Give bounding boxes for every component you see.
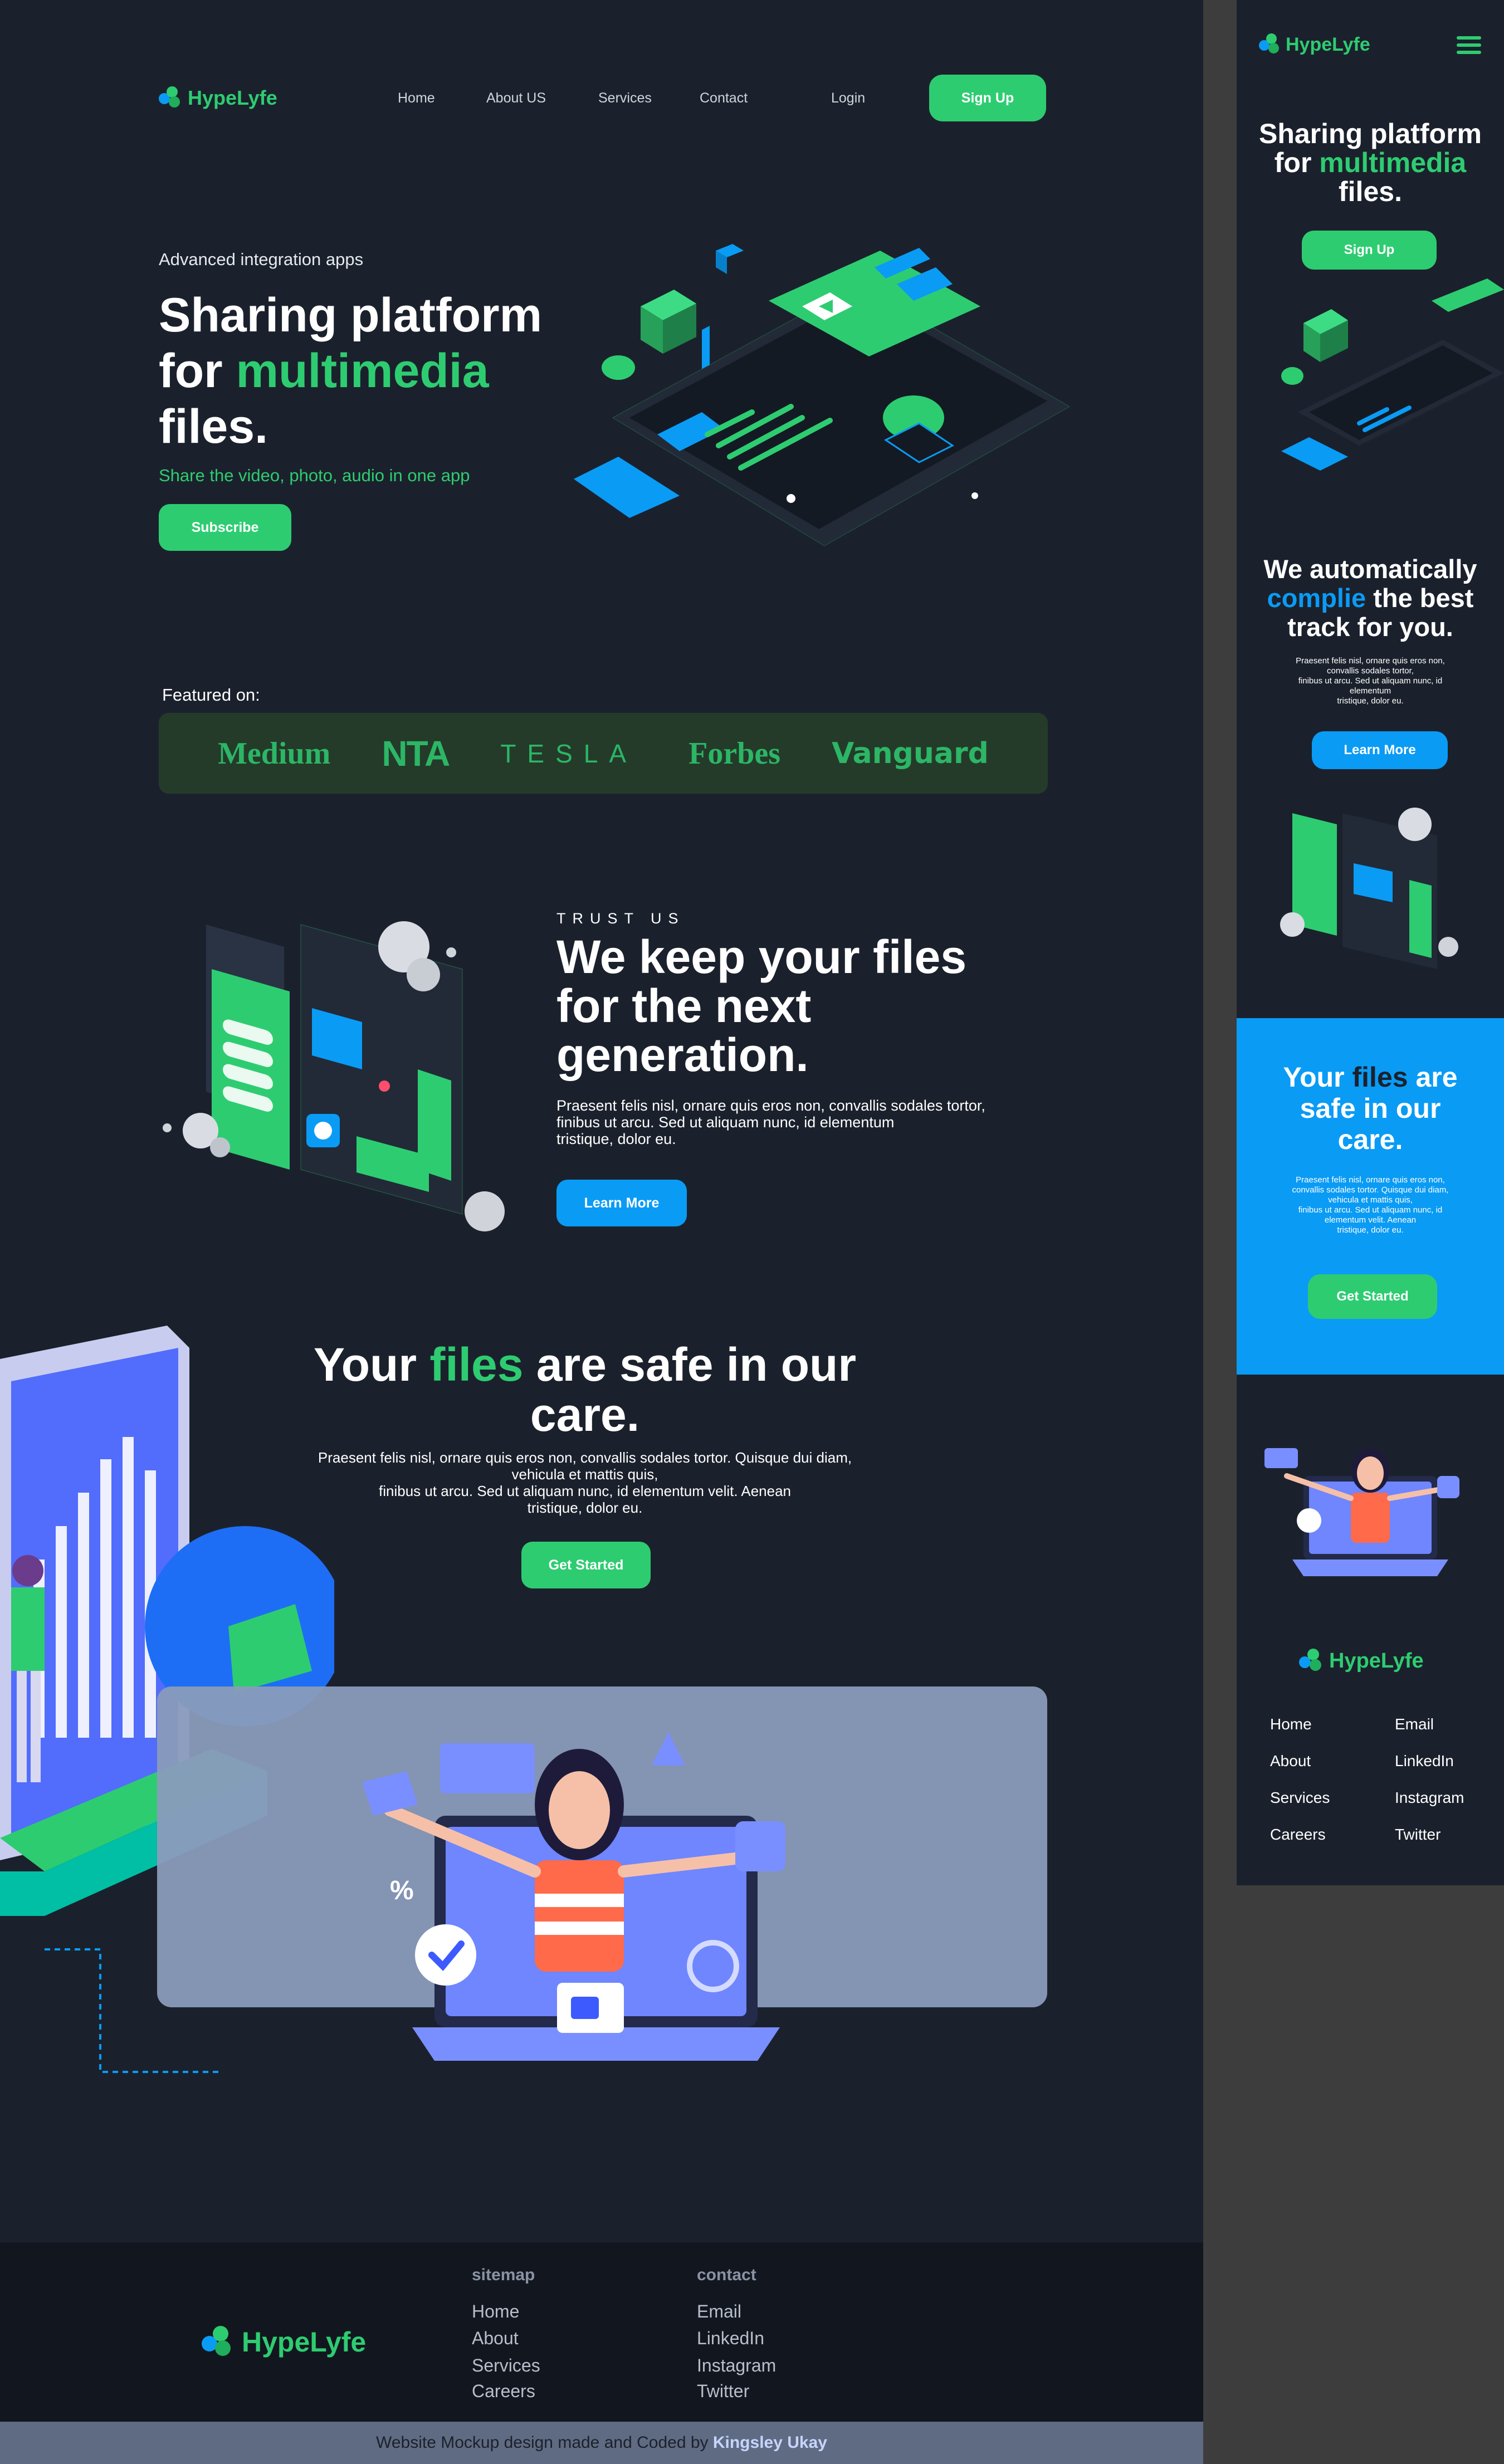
nav-home[interactable]: Home [398,90,435,106]
trust-title: We keep your files for the next generati… [556,931,967,1081]
brand-nta: NTA [382,733,450,774]
logo-mark-icon [1259,33,1286,56]
mobile-learn-more-button[interactable]: Learn More [1312,731,1448,769]
sharing-illustration: % [362,1732,785,2061]
footer-link-twitter[interactable]: Twitter [697,2381,749,2402]
mobile-foot-instagram[interactable]: Instagram [1395,1789,1464,1807]
brand-logo[interactable]: HypeLyfe [159,86,277,110]
mobile-hero-title: Sharing platform for multimedia files. [1258,118,1482,207]
percent-icon: % [390,1876,414,1905]
mobile-compile-body: Praesent felis nisl, ornare quis eros no… [1296,656,1445,706]
brand-vanguard: Vanguard [832,736,989,770]
mobile-get-started-button[interactable]: Get Started [1308,1274,1437,1319]
mobile-footer-logo-text: HypeLyfe [1329,1649,1424,1673]
get-started-button[interactable]: Get Started [521,1542,651,1588]
mobile-foot-careers[interactable]: Careers [1270,1826,1326,1844]
footer-link-email[interactable]: Email [697,2301,741,2322]
mobile-sharing-illustration [1264,1448,1459,1576]
featured-label: Featured on: [162,685,260,705]
logo-text: HypeLyfe [188,86,277,109]
learn-more-button[interactable]: Learn More [556,1180,687,1226]
subscribe-button[interactable]: Subscribe [159,504,291,551]
footer-logo[interactable]: HypeLyfe [202,2326,366,2358]
nav-contact[interactable]: Contact [700,90,748,106]
signup-button[interactable]: Sign Up [929,75,1046,121]
mobile-foot-about[interactable]: About [1270,1752,1311,1770]
footer-link-home[interactable]: Home [472,2301,519,2322]
nav-services[interactable]: Services [598,90,652,106]
hero-illustration [574,244,1071,546]
credit-bar: Website Mockup design made and Coded by … [0,2422,1203,2464]
credit-text: Website Mockup design made and Coded by [376,2433,713,2452]
trust-eyebrow: TRUST US [556,910,685,927]
mobile-safe-body: Praesent felis nisl, ornare quis eros no… [1292,1175,1449,1235]
brand-tesla: TESLA [500,739,638,768]
logo-mark-icon [202,2326,242,2358]
safe-title-accent: files [429,1338,524,1391]
nav-about[interactable]: About US [486,90,546,106]
footer-logo-text: HypeLyfe [242,2326,367,2358]
mobile-foot-home[interactable]: Home [1270,1715,1312,1733]
mobile-safe-section: Your files are safe in our care. Praesen… [1237,1018,1504,1375]
credit-author[interactable]: Kingsley Ukay [713,2433,827,2452]
footer-link-services[interactable]: Services [472,2355,540,2376]
logo-mark-icon [159,86,188,110]
mobile-foot-services[interactable]: Services [1270,1789,1330,1807]
logo-mark-icon [1299,1649,1329,1673]
nav-login[interactable]: Login [831,90,865,106]
hamburger-menu-icon[interactable] [1457,36,1481,54]
mobile-page: HypeLyfe Sharing platform for multimedia… [1237,0,1504,1885]
mobile-signup-button[interactable]: Sign Up [1302,231,1437,270]
mobile-foot-linkedin[interactable]: LinkedIn [1395,1752,1454,1770]
mobile-logo[interactable]: HypeLyfe [1259,33,1370,56]
mobile-trust-illustration [1280,808,1458,969]
hero-title-accent: multimedia [236,344,489,398]
mobile-hero-illustration [1281,278,1504,471]
footer: HypeLyfe sitemap Home About Services Car… [0,2242,1203,2422]
footer-link-instagram[interactable]: Instagram [697,2355,776,2376]
sitemap-heading: sitemap [472,2266,535,2284]
brand-medium: Medium [218,736,331,771]
mobile-foot-email[interactable]: Email [1395,1715,1434,1733]
trust-illustration [163,921,505,1231]
hero-eyebrow: Advanced integration apps [159,250,364,269]
mobile-compile-title: We automatically complie the best track … [1263,554,1477,642]
footer-link-linkedin[interactable]: LinkedIn [697,2328,764,2349]
brand-forbes: Forbes [688,736,781,771]
mobile-logo-text: HypeLyfe [1286,33,1370,55]
mobile-footer-logo[interactable]: HypeLyfe [1299,1649,1424,1673]
mobile-safe-title: Your files are safe in our care. [1283,1062,1458,1155]
footer-link-about[interactable]: About [472,2328,519,2349]
safe-body: Praesent felis nisl, ornare quis eros no… [318,1449,852,1516]
trust-body: Praesent felis nisl, ornare quis eros no… [556,1097,985,1147]
safe-title: Your files are safe in our care. [313,1338,857,1441]
hero-subtitle: Share the video, photo, audio in one app [159,466,470,485]
desktop-page: HypeLyfe Home About US Services Contact … [0,0,1203,2464]
mobile-foot-twitter[interactable]: Twitter [1395,1826,1440,1844]
contact-heading: contact [697,2266,756,2284]
featured-logos-bar: Medium NTA TESLA Forbes Vanguard [159,713,1048,794]
footer-link-careers[interactable]: Careers [472,2381,535,2402]
